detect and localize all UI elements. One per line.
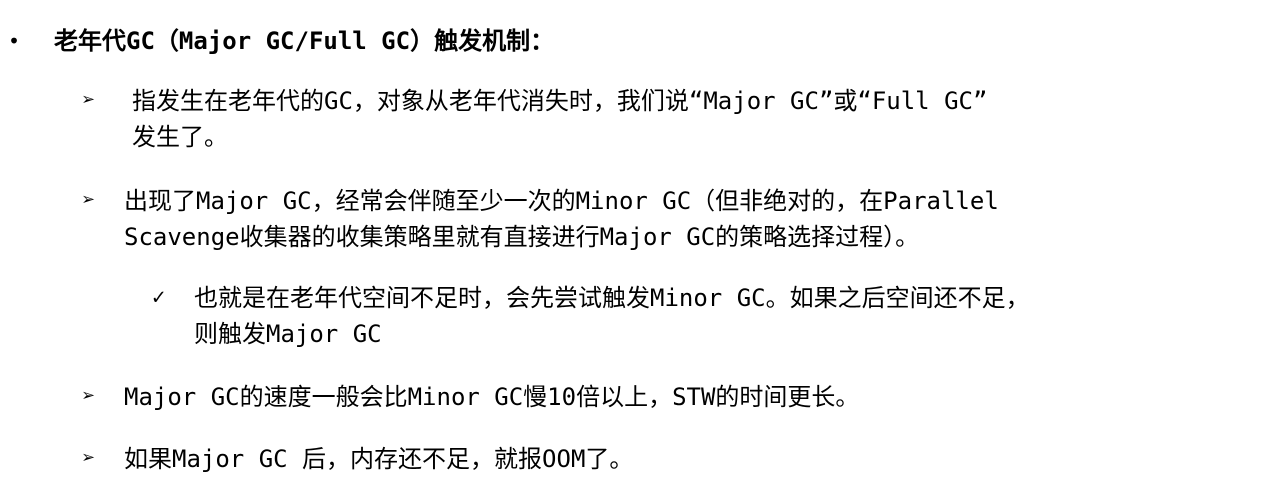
list-item-line: Major GC的速度一般会比Minor GC慢10倍以上，STW的时间更长。	[124, 383, 860, 411]
bullet-icon: •	[8, 29, 21, 53]
list-item-line: 则触发Major GC	[194, 320, 382, 348]
list-item-line: 发生了。	[132, 123, 228, 151]
list-item-line: Scavenge收集器的收集策略里就有直接进行Major GC的策略选择过程）。	[124, 223, 920, 251]
list-item-line: 也就是在老年代空间不足时，会先尝试触发Minor GC。如果之后空间还不足，	[194, 284, 1030, 312]
section-heading: 老年代GC（Major GC/Full GC）触发机制：	[54, 27, 555, 55]
arrow-bullet-icon: ➢	[82, 446, 96, 471]
arrow-bullet-icon: ➢	[82, 384, 96, 409]
list-item-line: 出现了Major GC，经常会伴随至少一次的Minor GC（但非绝对的，在Pa…	[124, 187, 999, 215]
list-item-line: 如果Major GC 后，内存还不足，就报OOM了。	[124, 445, 634, 473]
checkmark-icon: ✓	[152, 285, 166, 310]
list-item-line: 指发生在老年代的GC，对象从老年代消失时，我们说“Major GC”或“Full…	[132, 87, 988, 115]
arrow-bullet-icon: ➢	[82, 88, 96, 113]
arrow-bullet-icon: ➢	[82, 188, 96, 213]
